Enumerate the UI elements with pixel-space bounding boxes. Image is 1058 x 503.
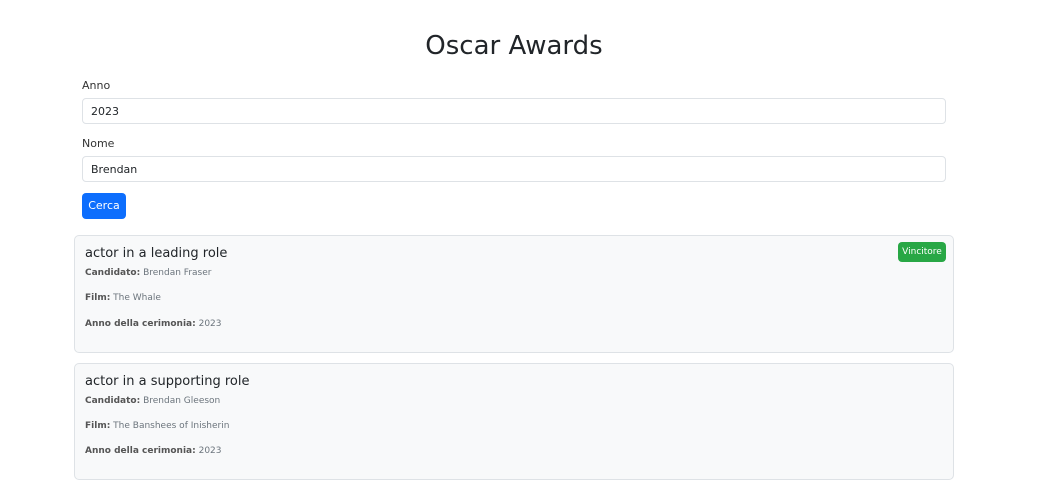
nominee-value: Brendan Fraser — [143, 268, 212, 278]
ceremony-year-value: 2023 — [198, 319, 222, 329]
film-key: Film: — [85, 421, 111, 431]
ceremony-year-value: 2023 — [198, 446, 222, 456]
card-category: actor in a supporting role — [85, 374, 250, 389]
winner-badge: Vincitore — [898, 242, 946, 262]
page: Oscar Awards Anno Nome Cerca actor in a … — [0, 0, 1058, 503]
ceremony-year-line: Anno della cerimonia: 2023 — [85, 318, 222, 330]
film-line: Film: The Banshees of Inisherin — [85, 420, 229, 432]
card-category: actor in a leading role — [85, 246, 228, 261]
film-value: The Banshees of Inisherin — [113, 421, 230, 431]
search-button[interactable]: Cerca — [82, 193, 126, 219]
film-value: The Whale — [113, 293, 161, 303]
page-title: Oscar Awards — [425, 31, 603, 61]
ceremony-year-key: Anno della cerimonia: — [85, 319, 196, 329]
nominee-line: Candidato: Brendan Fraser — [85, 267, 211, 279]
name-input[interactable] — [82, 156, 946, 182]
ceremony-year-line: Anno della cerimonia: 2023 — [85, 445, 222, 457]
year-input[interactable] — [82, 98, 946, 124]
nominee-key: Candidato: — [85, 396, 141, 406]
film-line: Film: The Whale — [85, 292, 161, 304]
ceremony-year-key: Anno della cerimonia: — [85, 446, 196, 456]
result-card: actor in a leading role Vincitore Candid… — [74, 235, 954, 353]
nominee-line: Candidato: Brendan Gleeson — [85, 395, 220, 407]
result-card: actor in a supporting role Candidato: Br… — [74, 363, 954, 480]
year-label: Anno — [82, 79, 111, 92]
nominee-key: Candidato: — [85, 268, 141, 278]
nominee-value: Brendan Gleeson — [143, 396, 221, 406]
film-key: Film: — [85, 293, 111, 303]
name-label: Nome — [82, 137, 115, 150]
